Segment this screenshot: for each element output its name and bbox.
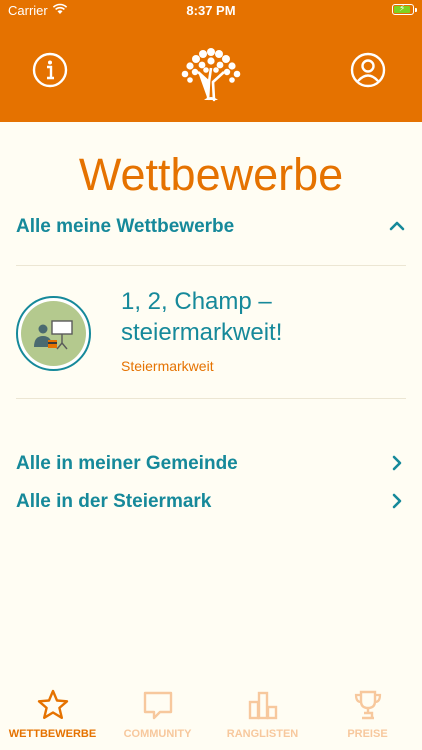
chevron-right-icon <box>392 493 402 509</box>
tab-wettbewerbe[interactable]: WETTBEWERBE <box>0 684 105 750</box>
link-styria-label: Alle in der Steiermark <box>16 491 212 512</box>
trophy-icon <box>354 690 382 720</box>
status-time: 8:37 PM <box>186 3 236 18</box>
page-title: Wettbewerbe <box>78 149 344 200</box>
link-my-municipality-label: Alle in meiner Gemeinde <box>16 453 238 474</box>
tab-ranglisten[interactable]: RANGLISTEN <box>210 684 315 750</box>
competition-region: Steiermarkweit <box>121 358 214 374</box>
profile-icon[interactable] <box>350 52 386 88</box>
my-competitions-label: Alle meine Wettbewerbe <box>16 216 235 237</box>
tab-bar: WETTBEWERBE COMMUNITY RANGLISTEN PREISE <box>0 684 422 750</box>
my-competitions-header[interactable]: Alle meine Wettbewerbe <box>16 212 406 242</box>
status-bar: Carrier 8:37 PM ⚡ <box>0 0 422 22</box>
divider <box>16 398 406 399</box>
bar-chart-icon <box>248 691 278 720</box>
competition-title: 1, 2, Champ – steiermarkweit! <box>121 288 283 346</box>
tab-preise[interactable]: PREISE <box>315 684 420 750</box>
tab-label: PREISE <box>347 728 388 740</box>
link-my-municipality[interactable]: Alle in meiner Gemeinde <box>16 449 406 479</box>
presentation-illustration-icon <box>34 320 73 350</box>
chevron-up-icon <box>389 221 405 231</box>
tab-label: WETTBEWERBE <box>8 728 97 740</box>
competition-avatar <box>16 296 91 371</box>
divider <box>16 265 406 266</box>
star-icon <box>37 689 69 719</box>
speech-bubble-icon <box>143 691 173 720</box>
tab-label: COMMUNITY <box>123 728 192 740</box>
info-icon[interactable] <box>32 52 68 88</box>
chevron-right-icon <box>392 455 402 471</box>
competition-item[interactable]: 1, 2, Champ – steiermarkweit! Steiermark… <box>16 286 406 386</box>
tab-label: RANGLISTEN <box>226 728 299 740</box>
link-styria[interactable]: Alle in der Steiermark <box>16 487 406 517</box>
tab-community[interactable]: COMMUNITY <box>105 684 210 750</box>
tree-logo-icon <box>181 48 241 102</box>
battery-icon: ⚡ <box>392 3 417 15</box>
app-header <box>0 22 422 122</box>
